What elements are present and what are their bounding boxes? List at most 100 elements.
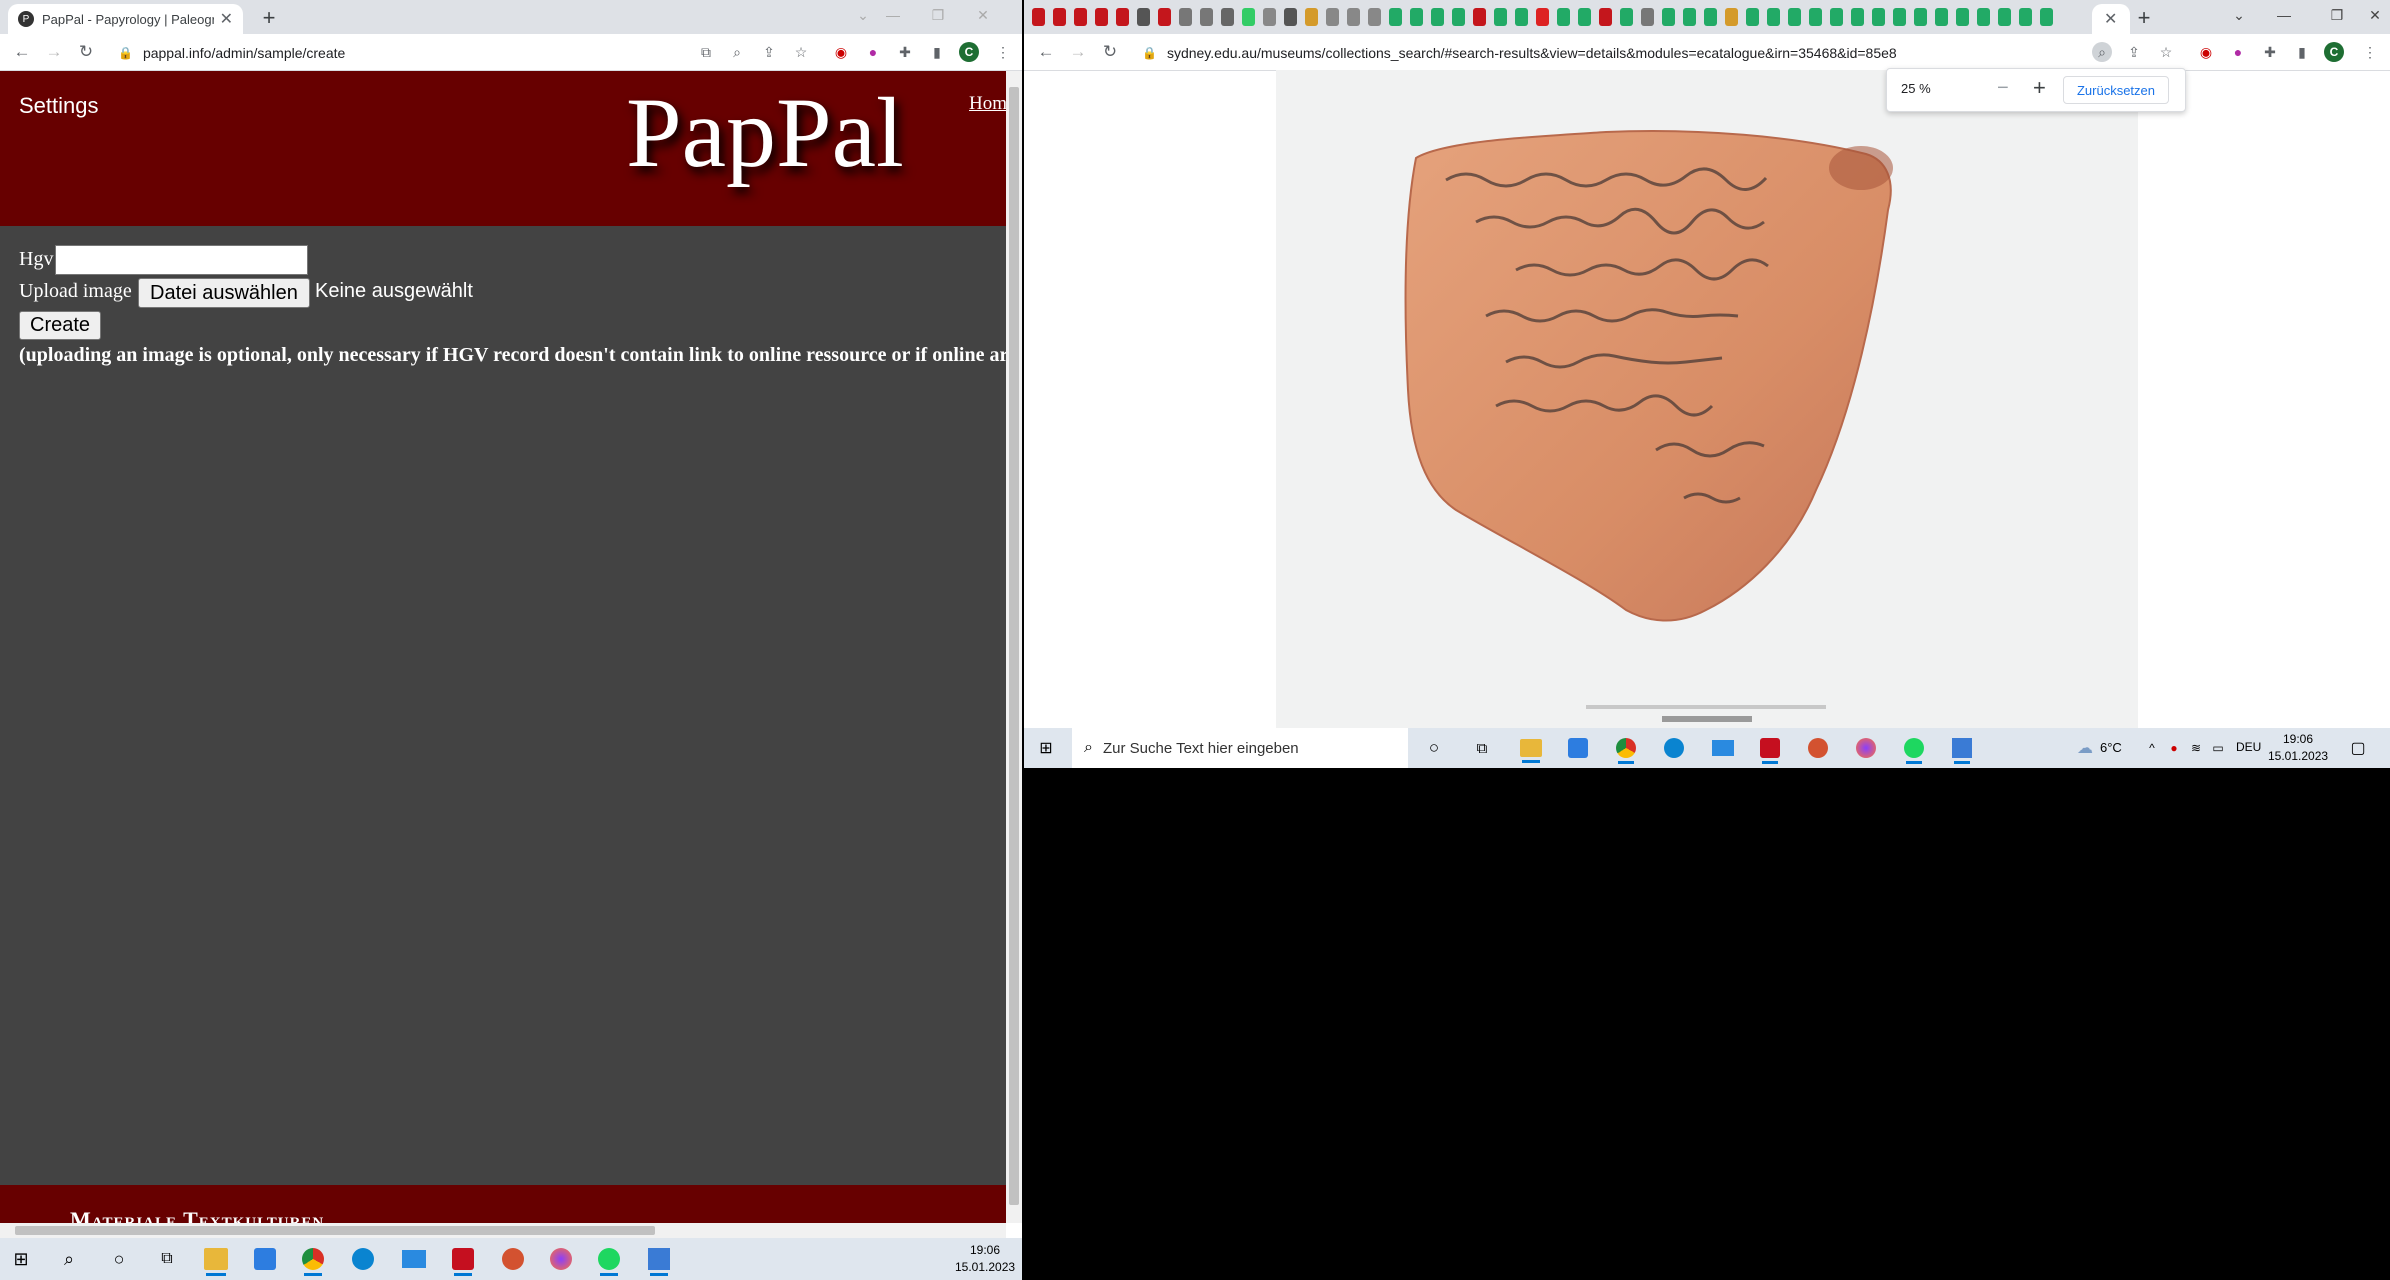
- close-window-icon[interactable]: ✕: [2360, 0, 2390, 30]
- file-explorer-icon[interactable]: [1520, 739, 1542, 763]
- forward-icon[interactable]: →: [1068, 42, 1088, 62]
- chrome-icon[interactable]: [1616, 738, 1636, 764]
- reload-icon[interactable]: ↻: [1100, 42, 1120, 62]
- start-windows-icon[interactable]: ⊞: [1036, 738, 1056, 758]
- taskbar-search-box[interactable]: ⌕ Zur Suche Text hier eingeben: [1072, 728, 1408, 768]
- extension-purple-icon[interactable]: ●: [863, 42, 883, 62]
- pinned-tab-favicon-icon[interactable]: [1053, 8, 1066, 26]
- menu-dots-icon[interactable]: ⋮: [2360, 42, 2380, 62]
- create-button[interactable]: Create: [19, 311, 102, 340]
- file-explorer-icon[interactable]: [204, 1248, 228, 1276]
- pinned-tab-favicon-icon[interactable]: [1431, 8, 1444, 26]
- extension-red-icon[interactable]: ◉: [831, 42, 851, 62]
- close-tab-icon[interactable]: ✕: [220, 9, 233, 29]
- left-clock[interactable]: 19:06 15.01.2023: [955, 1242, 1015, 1276]
- cortana-icon[interactable]: ○: [108, 1248, 130, 1270]
- pinned-tab-favicon-icon[interactable]: [1767, 8, 1780, 26]
- pinned-tab-favicon-icon[interactable]: [1410, 8, 1423, 26]
- pinned-tab-favicon-icon[interactable]: [1074, 8, 1087, 26]
- acrobat-icon[interactable]: [1760, 738, 1780, 764]
- edge-icon[interactable]: [1664, 738, 1684, 758]
- photos-icon[interactable]: [1952, 738, 1972, 764]
- pinned-tab-favicon-icon[interactable]: [1977, 8, 1990, 26]
- extensions-puzzle-icon[interactable]: ✚: [2260, 42, 2280, 62]
- settings-link[interactable]: Settings: [19, 93, 99, 119]
- pinned-tab-favicon-icon[interactable]: [1683, 8, 1696, 26]
- pinned-tab-favicon-icon[interactable]: [1851, 8, 1864, 26]
- battery-icon[interactable]: ▭: [2210, 740, 2226, 756]
- pinned-tab-favicon-icon[interactable]: [1578, 8, 1591, 26]
- bookmark-star-icon[interactable]: ☆: [791, 42, 811, 62]
- pinned-tab-favicon-icon[interactable]: [1095, 8, 1108, 26]
- tab-search-icon[interactable]: ⌄: [848, 0, 878, 30]
- start-windows-icon[interactable]: ⊞: [10, 1248, 32, 1270]
- zoom-icon[interactable]: ⌕: [727, 42, 747, 62]
- store-icon[interactable]: [254, 1248, 276, 1270]
- pinned-tab-favicon-icon[interactable]: [1032, 8, 1045, 26]
- pinned-tab-favicon-icon[interactable]: [1158, 8, 1171, 26]
- pinned-tab-favicon-icon[interactable]: [1704, 8, 1717, 26]
- address-bar[interactable]: 🔒 sydney.edu.au/museums/collections_sear…: [1142, 42, 1897, 64]
- hgv-input[interactable]: [55, 245, 308, 275]
- pinned-tab-favicon-icon[interactable]: [1557, 8, 1570, 26]
- pinned-tab-favicon-icon[interactable]: [1956, 8, 1969, 26]
- pinned-tab-favicon-icon[interactable]: [1242, 8, 1255, 26]
- language-indicator[interactable]: DEU: [2236, 740, 2261, 754]
- wifi-icon[interactable]: ≋: [2188, 740, 2204, 756]
- pinned-tab-favicon-icon[interactable]: [1326, 8, 1339, 26]
- spotify-icon[interactable]: [598, 1248, 620, 1276]
- pinned-tab-favicon-icon[interactable]: [1200, 8, 1213, 26]
- tray-alert-icon[interactable]: ●: [2166, 740, 2182, 756]
- task-view-icon[interactable]: ⧉: [1472, 738, 1492, 758]
- pinned-tab-favicon-icon[interactable]: [1389, 8, 1402, 26]
- horizontal-scroll-thumb[interactable]: [15, 1226, 655, 1235]
- share-icon[interactable]: ⇪: [2124, 42, 2144, 62]
- zoom-in-button[interactable]: +: [2033, 75, 2046, 101]
- weather-temp[interactable]: 6°C: [2100, 740, 2122, 755]
- choose-file-button[interactable]: Datei auswählen: [138, 278, 310, 308]
- search-icon[interactable]: ⌕: [58, 1248, 80, 1270]
- minimize-icon[interactable]: —: [2254, 0, 2314, 30]
- powerpoint-icon[interactable]: [1808, 738, 1828, 758]
- mail-icon[interactable]: [402, 1250, 426, 1268]
- pinned-tab-favicon-icon[interactable]: [1746, 8, 1759, 26]
- pinned-tab-favicon-icon[interactable]: [1641, 8, 1654, 26]
- new-tab-button[interactable]: +: [2130, 4, 2158, 32]
- pinned-tab-favicon-icon[interactable]: [1347, 8, 1360, 26]
- new-tab-button[interactable]: +: [255, 4, 283, 32]
- pinned-tab-favicon-icon[interactable]: [1893, 8, 1906, 26]
- pinned-tab-favicon-icon[interactable]: [1263, 8, 1276, 26]
- tab-sydney[interactable]: ✕: [2092, 4, 2130, 34]
- horizontal-scrollbar[interactable]: [0, 1223, 1006, 1238]
- pinned-tab-favicon-icon[interactable]: [1809, 8, 1822, 26]
- back-icon[interactable]: ←: [1036, 42, 1056, 62]
- pinned-tab-favicon-icon[interactable]: [1872, 8, 1885, 26]
- forward-icon[interactable]: →: [44, 42, 64, 62]
- pinned-tab-favicon-icon[interactable]: [1452, 8, 1465, 26]
- pinned-tab-favicon-icon[interactable]: [1788, 8, 1801, 26]
- close-tab-icon[interactable]: ✕: [2104, 9, 2117, 29]
- menu-dots-icon[interactable]: ⋮: [993, 42, 1013, 62]
- firefox-icon[interactable]: [550, 1248, 572, 1270]
- pinned-tab-favicon-icon[interactable]: [1620, 8, 1633, 26]
- photos-icon[interactable]: [648, 1248, 670, 1276]
- profile-avatar[interactable]: C: [2324, 42, 2344, 62]
- pinned-tab-favicon-icon[interactable]: [1179, 8, 1192, 26]
- pinned-tab-favicon-icon[interactable]: [1830, 8, 1843, 26]
- pinned-tab-favicon-icon[interactable]: [1725, 8, 1738, 26]
- pinned-tab-favicon-icon[interactable]: [1494, 8, 1507, 26]
- pinned-tab-favicon-icon[interactable]: [1515, 8, 1528, 26]
- cortana-icon[interactable]: ○: [1424, 738, 1444, 758]
- mail-icon[interactable]: [1712, 740, 1734, 756]
- minimize-icon[interactable]: —: [878, 0, 908, 30]
- pinned-tab-favicon-icon[interactable]: [1137, 8, 1150, 26]
- pinned-tab-favicon-icon[interactable]: [1935, 8, 1948, 26]
- pinned-tab-favicon-icon[interactable]: [1914, 8, 1927, 26]
- tab-pappal[interactable]: P PapPal - Papyrology | Paleograph ✕: [8, 4, 243, 34]
- pinned-tab-favicon-icon[interactable]: [1473, 8, 1486, 26]
- share-icon[interactable]: ⇪: [759, 42, 779, 62]
- extension-purple-icon[interactable]: ●: [2228, 42, 2248, 62]
- pinned-tab-favicon-icon[interactable]: [1662, 8, 1675, 26]
- zoom-out-button[interactable]: −: [1997, 77, 2009, 100]
- zoom-indicator-icon[interactable]: ⌕: [2092, 42, 2112, 62]
